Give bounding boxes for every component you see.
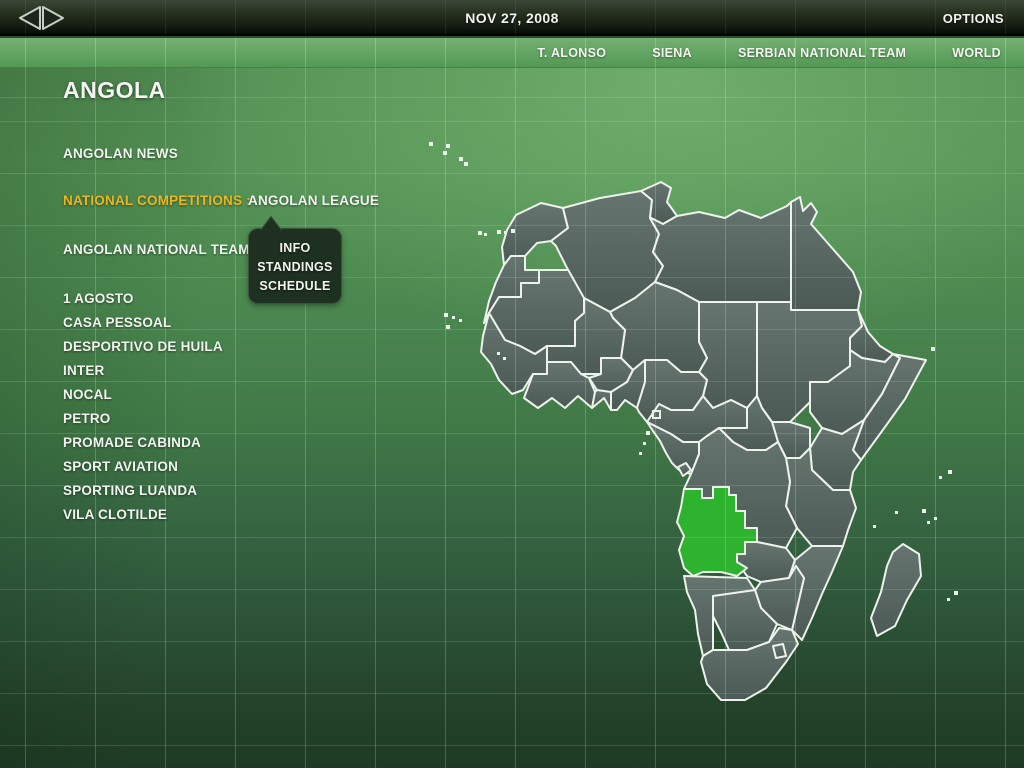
map-country-chad [699,302,757,408]
map-country-lesotho [773,644,786,658]
sidebar-item-club[interactable]: NOCAL [63,383,223,407]
sidebar-item-club[interactable]: CASA PESSOAL [63,311,223,335]
league-context-popup: INFOSTANDINGSSCHEDULE [248,228,342,304]
map-countries[interactable] [481,182,926,700]
sidebar-label-national-competitions: NATIONAL COMPETITIONS : [63,193,251,208]
popup-menu-item[interactable]: STANDINGS [257,258,332,277]
page-title: ANGOLA [63,77,166,104]
sidebar-item-club[interactable]: 1 AGOSTO [63,287,223,311]
sidebar-item-news[interactable]: ANGOLAN NEWS [63,146,178,161]
club-list: 1 AGOSTOCASA PESSOALDESPORTIVO DE HUILAI… [63,287,223,527]
map-country-egypt [791,197,861,310]
sidebar-item-club[interactable]: PROMADE CABINDA [63,431,223,455]
game-screen: NOV 27, 2008 OPTIONS T. ALONSOSIENASERBI… [0,0,1024,768]
sidebar-item-club[interactable]: INTER [63,359,223,383]
sidebar-item-club[interactable]: PETRO [63,407,223,431]
popup-menu-item[interactable]: SCHEDULE [259,277,330,296]
map-country-madagascar [871,544,921,636]
sidebar-item-club[interactable]: SPORT AVIATION [63,455,223,479]
sidebar-item-club[interactable]: SPORTING LUANDA [63,479,223,503]
sidebar-item-national-team[interactable]: ANGOLAN NATIONAL TEAM [63,242,250,257]
main-area: ANGOLA ANGOLAN NEWS NATIONAL COMPETITION… [0,68,1024,768]
popup-menu-item[interactable]: INFO [279,239,310,258]
sidebar-item-angolan-league[interactable]: ANGOLAN LEAGUE [248,193,379,208]
sidebar-item-club[interactable]: VILA CLOTILDE [63,503,223,527]
sidebar-item-club[interactable]: DESPORTIVO DE HUILA [63,335,223,359]
map-country-ghana [592,390,611,410]
